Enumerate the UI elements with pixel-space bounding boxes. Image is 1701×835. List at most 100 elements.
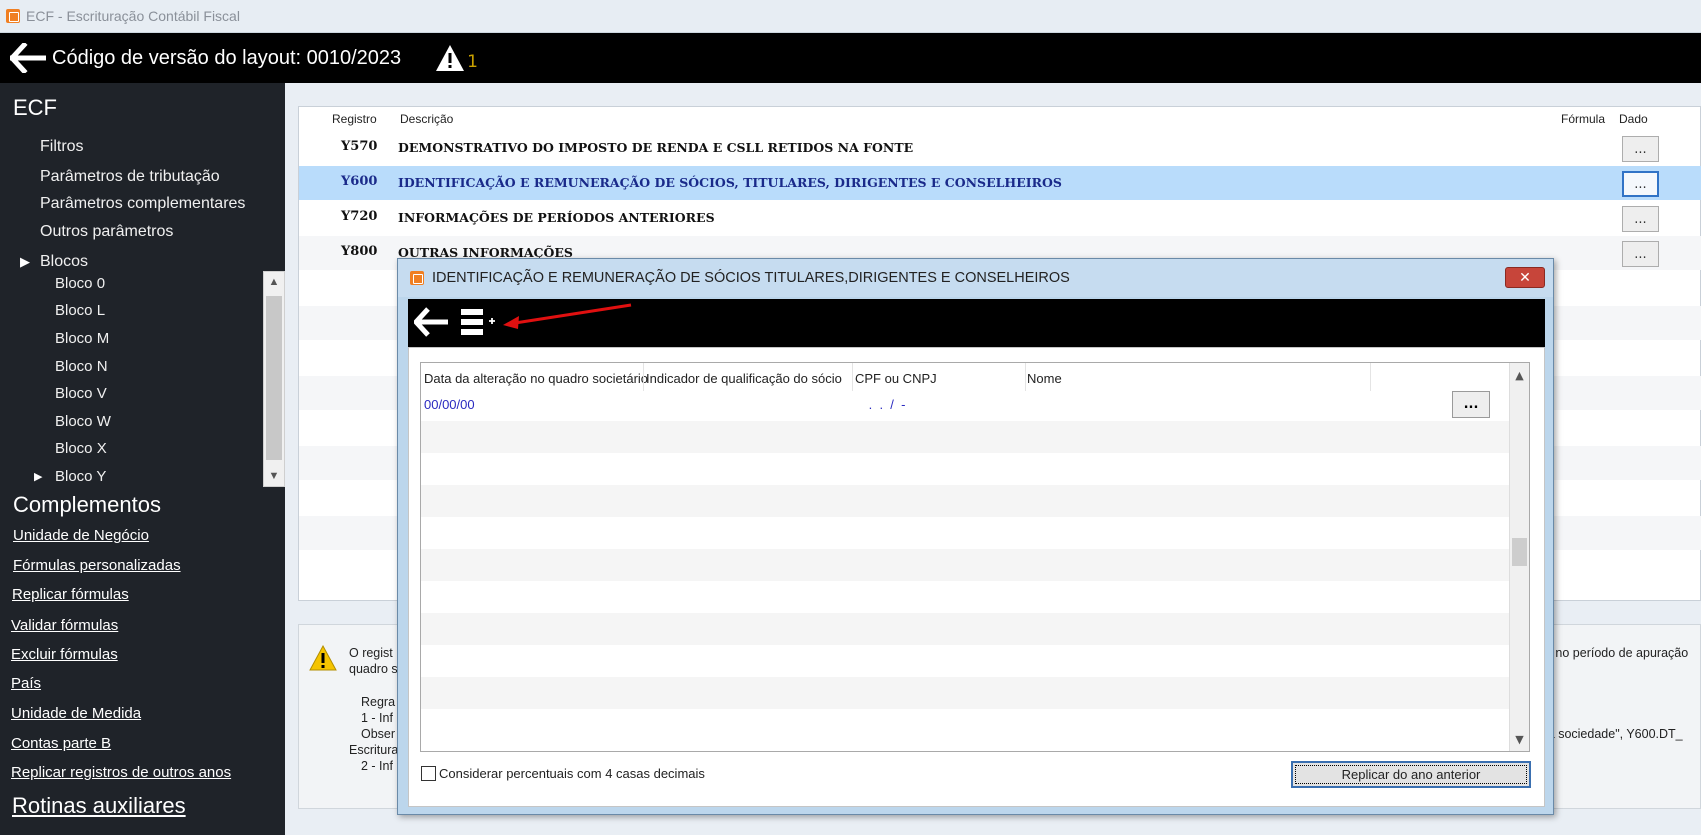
col-header-descricao[interactable]: Descrição [400, 112, 453, 126]
scroll-up-icon[interactable]: ▲ [264, 272, 284, 292]
sidebar-ecf-title[interactable]: ECF [13, 95, 57, 121]
app-icon [410, 271, 424, 285]
blocos-scrollbar[interactable]: ▲ ▼ [263, 271, 285, 487]
blocos-expand-icon[interactable]: ▶ [20, 254, 30, 270]
sidebar-item-parametros-complementares[interactable]: Parâmetros complementares [40, 195, 245, 213]
grid-col-divider [643, 363, 644, 391]
grid-row-empty [421, 453, 1511, 485]
sidebar-item-blocos[interactable]: Blocos [40, 253, 88, 271]
row-code: Y800 [341, 244, 378, 259]
grid-row[interactable]: 00/00/00 . . / - [421, 389, 1511, 421]
grid-scrollbar[interactable]: ▲ ▼ [1509, 363, 1529, 751]
annotation-arrow-icon [503, 303, 633, 337]
grid-row-empty [421, 709, 1511, 741]
row-description: IDENTIFICAÇÃO E REMUNERAÇÃO DE SÓCIOS, T… [398, 175, 1062, 190]
grid-row-empty [421, 581, 1511, 613]
sidebar-rotinas-title[interactable]: Rotinas auxiliares [12, 793, 186, 819]
sidebar-bloco-0[interactable]: Bloco 0 [55, 275, 105, 292]
info-text: quadro s [349, 662, 398, 676]
link-formulas-personalizadas[interactable]: Fórmulas personalizadas [13, 557, 181, 574]
back-arrow-icon[interactable] [412, 307, 450, 341]
link-contas-parte-b[interactable]: Contas parte B [11, 735, 111, 752]
checkbox-box[interactable] [421, 766, 436, 781]
layout-version-text: Código de versão do layout: 0010/2023 [52, 46, 402, 69]
row-details-button[interactable]: ... [1452, 391, 1490, 418]
info-text: Regra [361, 695, 396, 709]
cell-date[interactable]: 00/00/00 [424, 397, 475, 412]
top-header: Código de versão do layout: 0010/2023 1 [0, 33, 1701, 83]
grid-header-cpf-cnpj[interactable]: CPF ou CNPJ [855, 371, 937, 386]
cell-cpf[interactable]: . . / - [865, 397, 909, 412]
col-header-formula[interactable]: Fórmula [1561, 112, 1605, 126]
row-data-button[interactable]: ... [1622, 241, 1659, 267]
replicar-ano-anterior-button[interactable]: Replicar do ano anterior [1291, 761, 1531, 788]
grid-col-divider [1025, 363, 1026, 391]
info-text: e no período de apuração [1545, 646, 1689, 660]
sidebar-bloco-y[interactable]: Bloco Y [55, 468, 106, 485]
link-excluir-formulas[interactable]: Excluir fórmulas [11, 646, 118, 663]
dialog-body: Data da alteração no quadro societário I… [408, 347, 1545, 807]
row-description: INFORMAÇÕES DE PERÍODOS ANTERIORES [398, 210, 715, 225]
close-button[interactable]: ✕ [1505, 267, 1545, 288]
checkbox-label: Considerar percentuais com 4 casas decim… [439, 766, 705, 781]
row-data-button[interactable]: ... [1622, 206, 1659, 232]
grid-header-indicador[interactable]: Indicador de qualificação do sócio [646, 371, 842, 386]
grid-col-divider [852, 363, 853, 391]
scrollbar-thumb[interactable] [266, 296, 282, 460]
grid-col-divider [1370, 363, 1371, 391]
link-pais[interactable]: País [11, 675, 41, 692]
table-row-selected[interactable]: Y600 IDENTIFICAÇÃO E REMUNERAÇÃO DE SÓCI… [299, 166, 1701, 200]
row-code: Y600 [341, 174, 378, 189]
grid-row-empty [421, 677, 1511, 709]
row-data-button[interactable]: ... [1622, 171, 1659, 197]
link-unidade-negocio[interactable]: Unidade de Negócio [13, 527, 149, 544]
sidebar-item-filtros[interactable]: Filtros [40, 138, 84, 156]
warning-count: 1 [467, 52, 478, 72]
info-text: 2 - Inf [361, 759, 393, 773]
grid-header-data-alteracao[interactable]: Data da alteração no quadro societário [424, 371, 648, 386]
link-replicar-formulas[interactable]: Replicar fórmulas [12, 586, 129, 603]
sidebar-item-outros-parametros[interactable]: Outros parâmetros [40, 223, 173, 241]
grid-row-empty [421, 613, 1511, 645]
link-validar-formulas[interactable]: Validar fórmulas [11, 617, 118, 634]
scroll-down-icon[interactable]: ▼ [264, 466, 284, 486]
scroll-down-icon[interactable]: ▼ [1510, 729, 1529, 749]
col-header-dado[interactable]: Dado [1619, 112, 1648, 126]
sidebar-bloco-m[interactable]: Bloco M [55, 330, 109, 347]
sidebar-bloco-n[interactable]: Bloco N [55, 358, 108, 375]
scroll-up-icon[interactable]: ▲ [1510, 365, 1529, 385]
back-arrow-icon[interactable] [8, 38, 48, 78]
sidebar-complementos-title[interactable]: Complementos [13, 492, 161, 518]
info-text: 1 - Inf [361, 711, 393, 725]
socios-dialog: IDENTIFICAÇÃO E REMUNERAÇÃO DE SÓCIOS TI… [397, 258, 1554, 815]
add-record-icon[interactable] [460, 307, 500, 343]
window-title: ECF - Escrituração Contábil Fiscal [26, 8, 240, 24]
socios-grid: Data da alteração no quadro societário I… [420, 362, 1530, 752]
bloco-y-expand-icon[interactable]: ▶ [34, 470, 42, 483]
table-row[interactable]: Y570 DEMONSTRATIVO DO IMPOSTO DE RENDA E… [299, 131, 1701, 165]
scrollbar-thumb[interactable] [1512, 538, 1527, 566]
grid-row-empty [421, 517, 1511, 549]
sidebar-item-parametros-tributacao[interactable]: Parâmetros de tributação [40, 168, 220, 186]
grid-row-empty [421, 645, 1511, 677]
sidebar-bloco-w[interactable]: Bloco W [55, 413, 111, 430]
row-description: DEMONSTRATIVO DO IMPOSTO DE RENDA E CSLL… [398, 140, 914, 155]
col-header-registro[interactable]: Registro [332, 112, 377, 126]
row-code: Y720 [341, 209, 378, 224]
sidebar-bloco-l[interactable]: Bloco L [55, 302, 105, 319]
table-row[interactable]: Y720 INFORMAÇÕES DE PERÍODOS ANTERIORES … [299, 201, 1701, 235]
sidebar-bloco-x[interactable]: Bloco X [55, 440, 107, 457]
warning-icon [436, 45, 465, 71]
link-unidade-medida[interactable]: Unidade de Medida [11, 705, 141, 722]
info-text: ia sociedade", Y600.DT_ [1545, 727, 1683, 741]
grid-header-nome[interactable]: Nome [1027, 371, 1062, 386]
app-icon [6, 9, 20, 23]
link-replicar-registros[interactable]: Replicar registros de outros anos [11, 764, 231, 781]
row-code: Y570 [341, 139, 378, 154]
warning-icon [309, 644, 337, 674]
header-warning-indicator[interactable]: 1 [435, 44, 478, 72]
percentual-checkbox[interactable]: Considerar percentuais com 4 casas decim… [421, 766, 705, 781]
sidebar-bloco-v[interactable]: Bloco V [55, 385, 107, 402]
info-text: Obser [361, 727, 396, 741]
row-data-button[interactable]: ... [1622, 136, 1659, 162]
